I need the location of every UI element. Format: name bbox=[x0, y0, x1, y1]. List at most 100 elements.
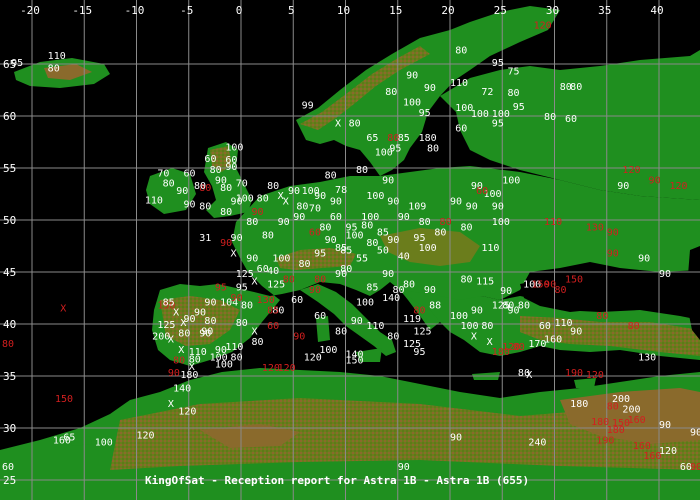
no-signal-marker: X bbox=[335, 118, 341, 129]
signal-report: 80 bbox=[356, 165, 368, 176]
longitude-label: 30 bbox=[546, 4, 559, 17]
signal-report: 95 bbox=[513, 102, 525, 113]
signal-report: 180 bbox=[492, 347, 510, 358]
longitude-label: 15 bbox=[389, 4, 402, 17]
signal-report: 90 bbox=[659, 420, 671, 431]
latitude-label: 35 bbox=[3, 370, 16, 383]
signal-report: 90 bbox=[424, 83, 436, 94]
signal-report: 80 bbox=[340, 264, 352, 275]
signal-report: 100 bbox=[225, 142, 243, 153]
signal-report: 110 bbox=[366, 321, 384, 332]
signal-report: 200 bbox=[622, 404, 640, 415]
no-signal-marker: X bbox=[178, 345, 184, 356]
signal-report: 80 bbox=[314, 274, 326, 285]
signal-report: 60 bbox=[2, 462, 14, 473]
signal-report: 60 bbox=[539, 321, 551, 332]
signal-report: 90 bbox=[330, 196, 342, 207]
signal-report: 80 bbox=[385, 87, 397, 98]
signal-report: 60 bbox=[184, 168, 196, 179]
signal-report: 80 bbox=[199, 202, 211, 213]
longitude-label: 10 bbox=[337, 4, 350, 17]
signal-report: 99 bbox=[302, 101, 314, 112]
signal-report: 95 bbox=[492, 58, 504, 69]
signal-report: 110 bbox=[450, 78, 468, 89]
signal-report: 80 bbox=[434, 228, 446, 239]
signal-report: 90 bbox=[471, 306, 483, 317]
signal-report: 72 bbox=[481, 87, 493, 98]
signal-report: 90 bbox=[450, 432, 462, 443]
signal-report: 85 bbox=[267, 306, 279, 317]
signal-report: 90 bbox=[184, 200, 196, 211]
signal-report: 90 bbox=[293, 332, 305, 343]
signal-report: 150 bbox=[612, 418, 630, 429]
no-signal-marker: X bbox=[526, 370, 532, 381]
signal-report: 50 bbox=[377, 245, 389, 256]
longitude-label: 5 bbox=[288, 4, 295, 17]
no-signal-marker: X bbox=[487, 337, 493, 348]
signal-report: 80 bbox=[544, 112, 556, 123]
latitude-label: 45 bbox=[3, 266, 16, 279]
signal-report: 80 bbox=[231, 352, 243, 363]
signal-report: 100 bbox=[319, 345, 337, 356]
signal-report: 80 bbox=[403, 280, 415, 291]
signal-report: 90 bbox=[220, 238, 232, 249]
longitude-label: 0 bbox=[236, 4, 243, 17]
signal-report: 130 bbox=[638, 352, 656, 363]
signal-report: 70 bbox=[157, 168, 169, 179]
signal-report: 90 bbox=[649, 176, 661, 187]
signal-report: 80 bbox=[460, 274, 472, 285]
signal-report: 119 bbox=[403, 314, 421, 325]
signal-report: 60 bbox=[565, 114, 577, 125]
signal-report: 80 bbox=[440, 217, 452, 228]
signal-report: 80 bbox=[427, 143, 439, 154]
signal-report: 110 bbox=[544, 217, 562, 228]
signal-report: 90 bbox=[659, 269, 671, 280]
signal-report: 125 bbox=[413, 326, 431, 337]
no-signal-marker: X bbox=[168, 335, 174, 346]
signal-report: 80 bbox=[349, 118, 361, 129]
signal-report: 60 bbox=[291, 295, 303, 306]
signal-report: 80 bbox=[163, 179, 175, 190]
signal-report: 140 bbox=[173, 384, 191, 395]
no-signal-marker: X bbox=[471, 332, 477, 343]
signal-report: 80 bbox=[596, 311, 608, 322]
signal-report: 90 bbox=[450, 196, 462, 207]
signal-report: 60 bbox=[204, 154, 216, 165]
signal-report: 80 bbox=[251, 337, 263, 348]
signal-report: 90 bbox=[638, 254, 650, 265]
signal-report: 90 bbox=[398, 462, 410, 473]
no-signal-marker: X bbox=[283, 196, 289, 207]
signal-report: 90 bbox=[466, 202, 478, 213]
signal-report: 90 bbox=[570, 326, 582, 337]
signal-report: 110 bbox=[225, 342, 243, 353]
signal-report: 90 bbox=[500, 286, 512, 297]
signal-report: 190 bbox=[565, 368, 583, 379]
signal-report: 80 bbox=[283, 274, 295, 285]
signal-report: 90 bbox=[246, 254, 258, 265]
longitude-label: 35 bbox=[598, 4, 611, 17]
signal-report: 120 bbox=[669, 181, 687, 192]
signal-report: 60 bbox=[476, 186, 488, 197]
signal-report: 130 bbox=[586, 222, 604, 233]
signal-report: 120 bbox=[178, 406, 196, 417]
longitude-label: 40 bbox=[650, 4, 663, 17]
signal-report: 120 bbox=[659, 446, 677, 457]
longitude-label: 25 bbox=[494, 4, 507, 17]
signal-report: 100 bbox=[375, 148, 393, 159]
signal-report: 90 bbox=[406, 71, 418, 82]
signal-report: 130 bbox=[257, 295, 275, 306]
signal-report: 70 bbox=[309, 204, 321, 215]
signal-report: 80 bbox=[178, 328, 190, 339]
signal-report: 160 bbox=[628, 415, 646, 426]
signal-report: 90 bbox=[617, 181, 629, 192]
signal-report: 100 bbox=[236, 193, 254, 204]
signal-report: 80 bbox=[455, 46, 467, 57]
signal-report: 75 bbox=[507, 66, 519, 77]
signal-report: 100 bbox=[471, 109, 489, 120]
signal-report: 160 bbox=[633, 441, 651, 452]
latitude-label: 60 bbox=[3, 110, 16, 123]
signal-report: 80 bbox=[48, 63, 60, 74]
signal-report: 80 bbox=[570, 82, 582, 93]
latitude-label: 30 bbox=[3, 422, 16, 435]
signal-report: 80 bbox=[194, 181, 206, 192]
